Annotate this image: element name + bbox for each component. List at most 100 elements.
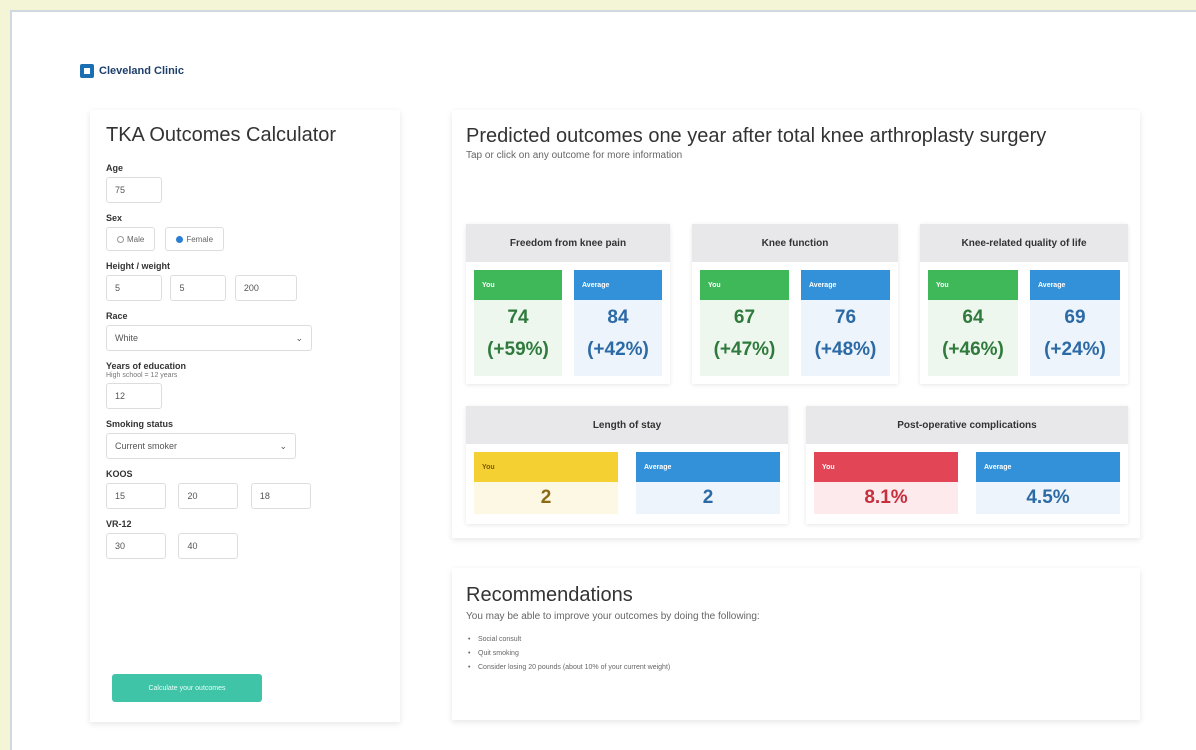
sex-male-radio[interactable]: Male — [106, 227, 156, 251]
koos-input-3[interactable]: 18 — [250, 483, 311, 509]
sex-male-label: Male — [127, 234, 145, 244]
pain-average-cell: Average 84 (+42%) — [574, 270, 662, 376]
education-input[interactable]: 12 — [106, 383, 162, 409]
function-you-change: (+47%) — [713, 339, 776, 360]
education-label: Years of education — [106, 361, 187, 371]
qol-average-value: 69 — [1064, 307, 1086, 328]
chevron-down-icon: ⌄ — [295, 333, 303, 343]
function-outcome-tile[interactable]: Knee function You 67 (+47%) Average 76 (… — [692, 224, 898, 384]
calculator-panel: TKA Outcomes Calculator Age 75 Sex Male … — [90, 110, 400, 722]
height-feet-input[interactable]: 5 — [106, 275, 162, 301]
smoking-group: Smoking status Current smoker ⌄ — [106, 419, 384, 459]
you-tag: You — [474, 270, 562, 300]
stay-you-cell: You 2 — [474, 452, 618, 514]
recommendations-list: Social consult Quit smoking Consider los… — [466, 636, 1126, 671]
weight-input[interactable]: 200 — [234, 275, 297, 301]
pain-outcome-tile[interactable]: Freedom from knee pain You 74 (+59%) Ave… — [466, 224, 670, 384]
average-tag: Average — [574, 270, 662, 300]
recommendations-subtitle: You may be able to improve your outcomes… — [466, 611, 760, 622]
complications-title: Post-operative complications — [806, 406, 1128, 444]
koos-input-2[interactable]: 20 — [178, 483, 239, 509]
qol-you-cell: You 64 (+46%) — [928, 270, 1018, 376]
average-tag: Average — [636, 452, 780, 482]
average-tag: Average — [801, 270, 890, 300]
age-label: Age — [106, 163, 124, 173]
radio-unchecked-icon — [117, 235, 124, 243]
vr12-label: VR-12 — [106, 519, 132, 529]
function-average-value: 76 — [834, 307, 857, 328]
smoking-label: Smoking status — [106, 419, 174, 429]
complications-average-cell: Average 4.5% — [976, 452, 1120, 514]
function-outcome-title: Knee function — [692, 224, 898, 262]
average-tag: Average — [976, 452, 1120, 482]
qol-outcome-title: Knee-related quality of life — [920, 224, 1128, 262]
race-group: Race White ⌄ — [106, 311, 384, 351]
vr12-input-1[interactable]: 30 — [106, 533, 166, 559]
stay-you-value: 2 — [540, 487, 552, 508]
function-average-change: (+48%) — [814, 339, 877, 360]
pain-you-cell: You 74 (+59%) — [474, 270, 562, 376]
vr12-group: VR-12 30 40 — [106, 519, 384, 559]
smoking-select-value: Current smoker — [115, 441, 178, 451]
brand-name: Cleveland Clinic — [99, 65, 184, 77]
you-tag: You — [814, 452, 958, 482]
length-of-stay-title: Length of stay — [466, 406, 788, 444]
function-average-cell: Average 76 (+48%) — [801, 270, 890, 376]
education-group: Years of education High school = 12 year… — [106, 361, 384, 409]
complications-tile[interactable]: Post-operative complications You 8.1% Av… — [806, 406, 1128, 524]
length-of-stay-tile[interactable]: Length of stay You 2 Average 2 — [466, 406, 788, 524]
cleveland-clinic-logo-icon — [80, 64, 94, 78]
complications-you-cell: You 8.1% — [814, 452, 958, 514]
pain-average-value: 84 — [607, 307, 629, 328]
pain-outcome-title: Freedom from knee pain — [466, 224, 670, 262]
complications-you-value: 8.1% — [864, 487, 908, 508]
sex-label: Sex — [106, 213, 123, 223]
radio-checked-icon — [176, 235, 184, 243]
pain-you-change: (+59%) — [487, 339, 549, 360]
sex-female-label: Female — [186, 234, 214, 244]
age-group: Age 75 — [106, 163, 384, 203]
koos-label: KOOS — [106, 469, 133, 479]
qol-you-value: 64 — [962, 307, 984, 328]
recommendations-title: Recommendations — [466, 584, 633, 606]
education-hint: High school = 12 years — [106, 372, 178, 379]
height-weight-group: Height / weight 5 5 200 — [106, 261, 384, 301]
age-input[interactable]: 75 — [106, 177, 162, 203]
qol-average-change: (+24%) — [1044, 339, 1106, 360]
koos-group: KOOS 15 20 18 — [106, 469, 384, 509]
koos-input-1[interactable]: 15 — [106, 483, 166, 509]
calculate-button[interactable]: Calculate your outcomes — [112, 674, 262, 702]
recommendation-item: Quit smoking — [466, 650, 1126, 657]
stay-average-value: 2 — [702, 487, 714, 508]
race-label: Race — [106, 311, 128, 321]
stay-average-cell: Average 2 — [636, 452, 780, 514]
outcomes-subtitle: Tap or click on any outcome for more inf… — [466, 150, 683, 161]
outcomes-panel: Predicted outcomes one year after total … — [452, 110, 1140, 538]
pain-you-value: 74 — [507, 307, 529, 328]
function-you-cell: You 67 (+47%) — [700, 270, 789, 376]
height-inches-input[interactable]: 5 — [170, 275, 227, 301]
complications-average-value: 4.5% — [1026, 487, 1070, 508]
chevron-down-icon: ⌄ — [279, 441, 287, 451]
race-select[interactable]: White ⌄ — [106, 325, 312, 351]
sex-female-radio[interactable]: Female — [165, 227, 225, 251]
outcomes-title: Predicted outcomes one year after total … — [466, 125, 1047, 147]
qol-outcome-tile[interactable]: Knee-related quality of life You 64 (+46… — [920, 224, 1128, 384]
sex-group: Sex Male Female — [106, 213, 384, 251]
average-tag: Average — [1030, 270, 1120, 300]
pain-average-change: (+42%) — [587, 339, 649, 360]
you-tag: You — [928, 270, 1018, 300]
function-you-value: 67 — [733, 307, 756, 328]
cleveland-clinic-logo[interactable]: Cleveland Clinic — [80, 64, 184, 78]
calculator-title: TKA Outcomes Calculator — [106, 124, 337, 146]
race-select-value: White — [115, 333, 139, 343]
recommendation-item: Social consult — [466, 636, 1126, 643]
qol-average-cell: Average 69 (+24%) — [1030, 270, 1120, 376]
height-weight-label: Height / weight — [106, 261, 170, 271]
qol-you-change: (+46%) — [942, 339, 1004, 360]
you-tag: You — [700, 270, 789, 300]
page-background: Cleveland Clinic TKA Outcomes Calculator… — [10, 10, 1196, 750]
you-tag: You — [474, 452, 618, 482]
smoking-select[interactable]: Current smoker ⌄ — [106, 433, 296, 459]
vr12-input-2[interactable]: 40 — [178, 533, 239, 559]
